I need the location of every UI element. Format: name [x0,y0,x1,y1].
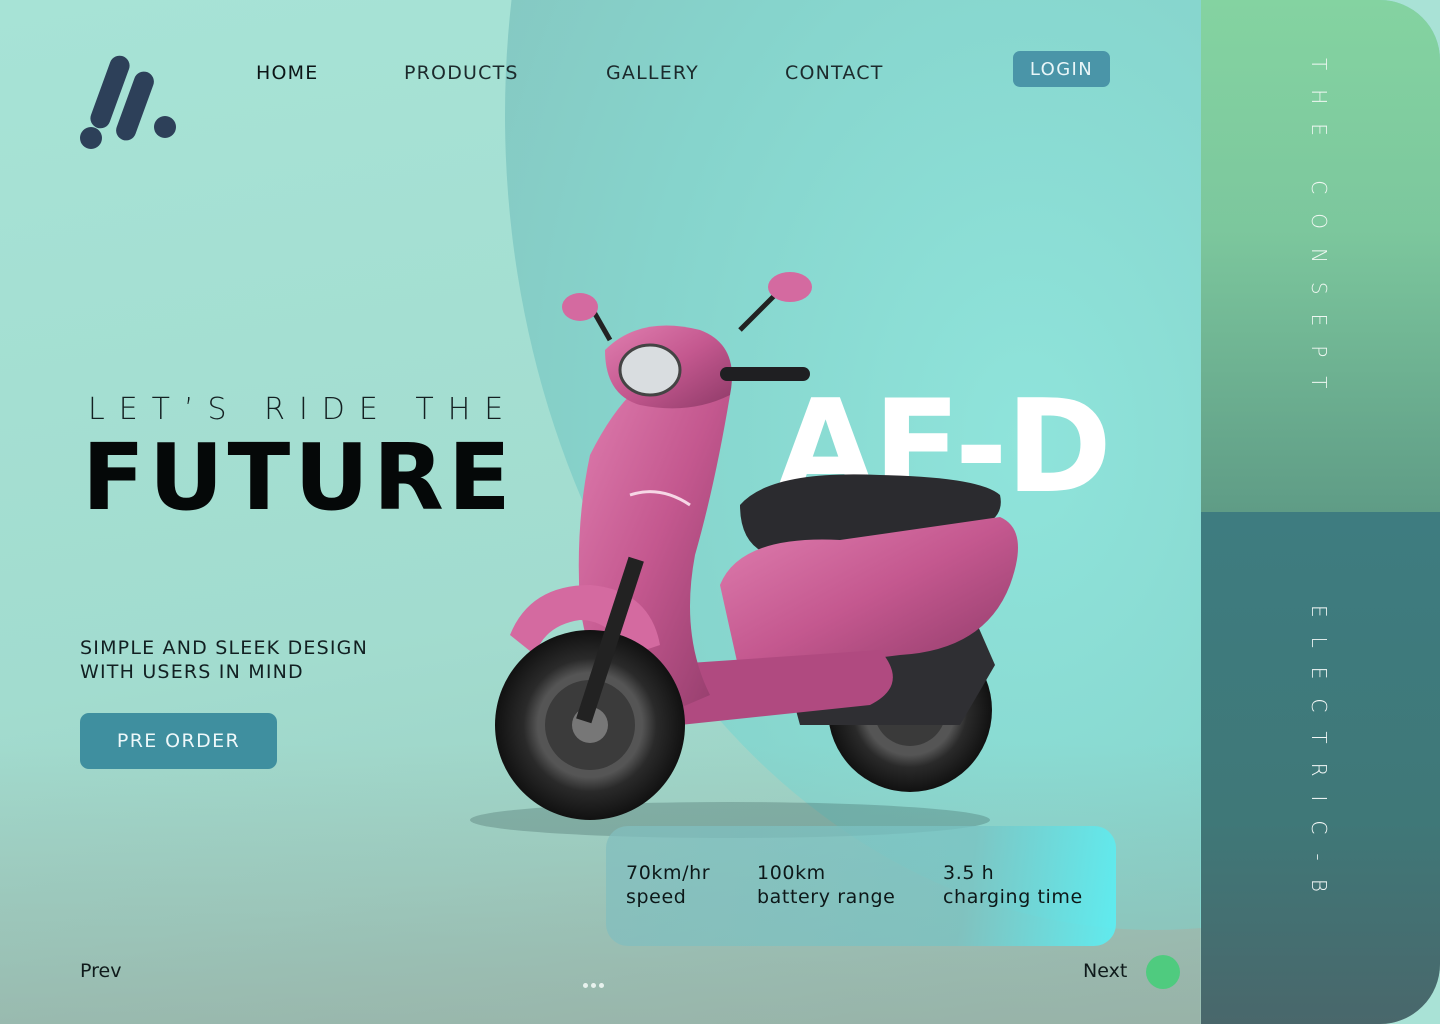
spec-label: battery range [757,886,896,908]
prev-button[interactable]: Prev [80,960,121,982]
nav-home[interactable]: HOME [256,62,318,84]
login-button[interactable]: LOGIN [1013,51,1110,87]
nav-gallery[interactable]: GALLERY [606,62,699,84]
logo-dot-right [154,116,176,138]
spec-value: 3.5 h [943,862,995,884]
more-dots-icon[interactable] [583,983,607,991]
mirror-right [768,272,812,302]
specs-card: 70km/hr speed 100km battery range 3.5 h … [606,826,1116,946]
tagline-line-2: WITH USERS IN MIND [80,661,304,683]
next-button[interactable]: Next [1083,960,1127,982]
side-text-electric: ELECTRIC-B [1307,605,1331,911]
nav-products[interactable]: PRODUCTS [404,62,519,84]
mirror-left [562,293,598,321]
spec-speed: 70km/hr speed [626,861,710,909]
scooter-image [470,272,1018,838]
tagline-line-1: SIMPLE AND SLEEK DESIGN [80,637,369,659]
spec-range: 100km battery range [757,861,895,909]
spec-label: speed [626,886,687,908]
nav-contact[interactable]: CONTACT [785,62,884,84]
brand-logo[interactable] [80,52,180,152]
headlight [618,343,682,397]
next-indicator-dot[interactable] [1146,955,1180,989]
spec-charging: 3.5 h charging time [943,861,1083,909]
side-text-concept: THE CONSEPT [1307,58,1331,408]
handlebar [720,367,810,381]
spec-value: 100km [757,862,826,884]
spec-label: charging time [943,886,1083,908]
logo-dot-left [80,127,102,149]
pre-order-button[interactable]: PRE ORDER [80,713,277,769]
hero-tagline: SIMPLE AND SLEEK DESIGN WITH USERS IN MI… [80,636,368,684]
spec-value: 70km/hr [626,862,711,884]
